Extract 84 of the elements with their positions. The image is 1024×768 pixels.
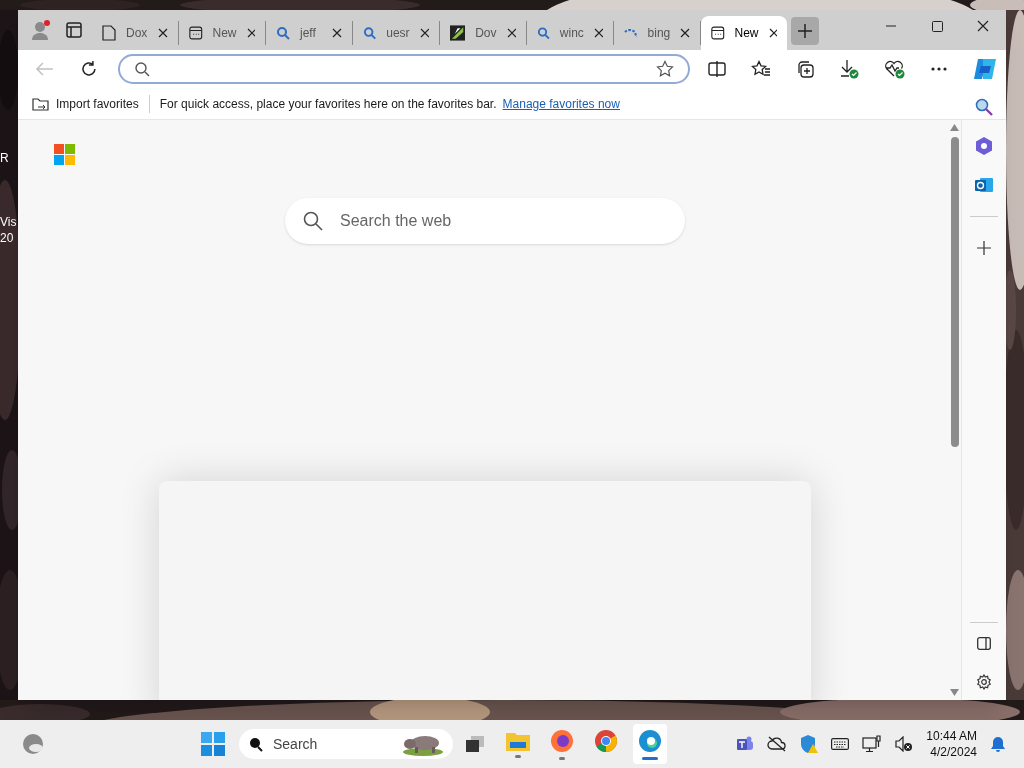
teams-icon[interactable] (736, 735, 755, 753)
clock-time[interactable]: 10:44 AM (926, 728, 977, 744)
page-icon (102, 25, 116, 41)
close-icon[interactable] (332, 28, 342, 38)
browser-tab[interactable]: Dox (92, 21, 179, 45)
clock-date[interactable]: 4/2/2024 (930, 744, 977, 760)
favorite-star-icon[interactable] (656, 60, 674, 78)
search-icon (537, 26, 550, 40)
add-icon[interactable] (977, 241, 991, 255)
close-icon (977, 20, 989, 32)
scroll-up-icon[interactable] (950, 124, 959, 131)
search-icon (133, 61, 150, 77)
loading-spinner-icon (624, 28, 638, 38)
tab-title: New (734, 25, 759, 42)
task-view-icon[interactable] (465, 735, 485, 753)
close-icon[interactable] (158, 28, 168, 38)
chrome-icon (594, 728, 618, 753)
more-icon[interactable] (931, 67, 947, 71)
news-icon (189, 25, 203, 41)
scroll-down-icon[interactable] (950, 689, 959, 696)
cloud-offline-icon[interactable] (767, 736, 788, 752)
close-icon[interactable] (419, 28, 429, 38)
network-icon[interactable] (862, 735, 883, 753)
browser-tab[interactable]: winc (527, 21, 614, 45)
close-icon[interactable] (246, 28, 255, 38)
maximize-icon (931, 20, 943, 32)
address-field[interactable] (117, 54, 690, 84)
collections-icon[interactable] (796, 60, 814, 78)
sidebar-toggle-icon[interactable] (977, 637, 991, 650)
manage-favorites-link[interactable]: Manage favorites now (502, 94, 620, 113)
search-icon (303, 211, 323, 231)
refresh-icon[interactable] (79, 60, 98, 78)
hexagon-app-icon[interactable] (975, 136, 993, 156)
close-icon[interactable] (506, 28, 516, 38)
tab-title: bing (647, 25, 671, 42)
scrollbar[interactable] (948, 120, 962, 700)
close-icon[interactable] (768, 28, 777, 38)
weather-icon[interactable] (22, 733, 44, 755)
browser-tab[interactable]: New (179, 21, 266, 45)
browser-tab[interactable]: uesr (353, 21, 440, 45)
security-warning-icon[interactable] (800, 734, 819, 754)
favorites-bar-message: For quick access, place your favorites here on the favorites bar. (159, 95, 497, 113)
favorites-icon[interactable] (751, 60, 771, 78)
plus-icon (797, 23, 813, 39)
firefox-icon (550, 728, 574, 753)
close-icon[interactable] (680, 28, 690, 38)
site-icon (450, 25, 466, 41)
notification-bell-icon[interactable] (990, 735, 1006, 753)
tab-title: uesr (386, 25, 410, 42)
web-search-field[interactable]: Search the web (285, 198, 685, 244)
new-tab-button[interactable] (791, 17, 819, 45)
tab-title: winc (559, 25, 584, 42)
microsoft-logo (54, 144, 75, 165)
scroll-thumb[interactable] (950, 137, 959, 447)
news-icon (711, 25, 725, 41)
start-icon[interactable] (201, 732, 225, 756)
downloads-icon[interactable] (839, 59, 859, 79)
split-screen-icon[interactable] (708, 61, 726, 77)
profile-icon[interactable] (32, 19, 52, 41)
copilot-icon[interactable] (972, 57, 998, 81)
taskbar-app-button[interactable] (633, 724, 667, 764)
tab-title: New (212, 25, 237, 42)
tab-title: jeff (300, 25, 317, 42)
browser-tab[interactable]: jeff (266, 21, 353, 45)
search-icon (363, 26, 377, 40)
browser-tab[interactable]: New (701, 16, 787, 50)
tab-title: Dov (475, 25, 497, 42)
browser-tab[interactable]: Dov (440, 21, 527, 45)
minimize-icon (886, 25, 896, 27)
volume-muted-icon[interactable] (895, 736, 914, 752)
outlook-icon[interactable] (975, 176, 993, 194)
keyboard-icon[interactable] (831, 738, 850, 750)
tab-title: Dox (126, 25, 148, 42)
sidebar-search-icon[interactable] (975, 98, 993, 116)
settings-icon[interactable] (976, 674, 992, 690)
search-icon (276, 26, 290, 40)
health-icon[interactable] (884, 59, 906, 79)
import-favorites-link[interactable]: Import favorites (56, 94, 150, 113)
folder-icon (506, 730, 530, 751)
search-icon (249, 737, 263, 752)
tab-actions-icon[interactable] (66, 22, 82, 38)
edge-icon (638, 728, 662, 753)
close-icon[interactable] (593, 28, 603, 38)
import-favorites-icon[interactable] (32, 95, 50, 112)
